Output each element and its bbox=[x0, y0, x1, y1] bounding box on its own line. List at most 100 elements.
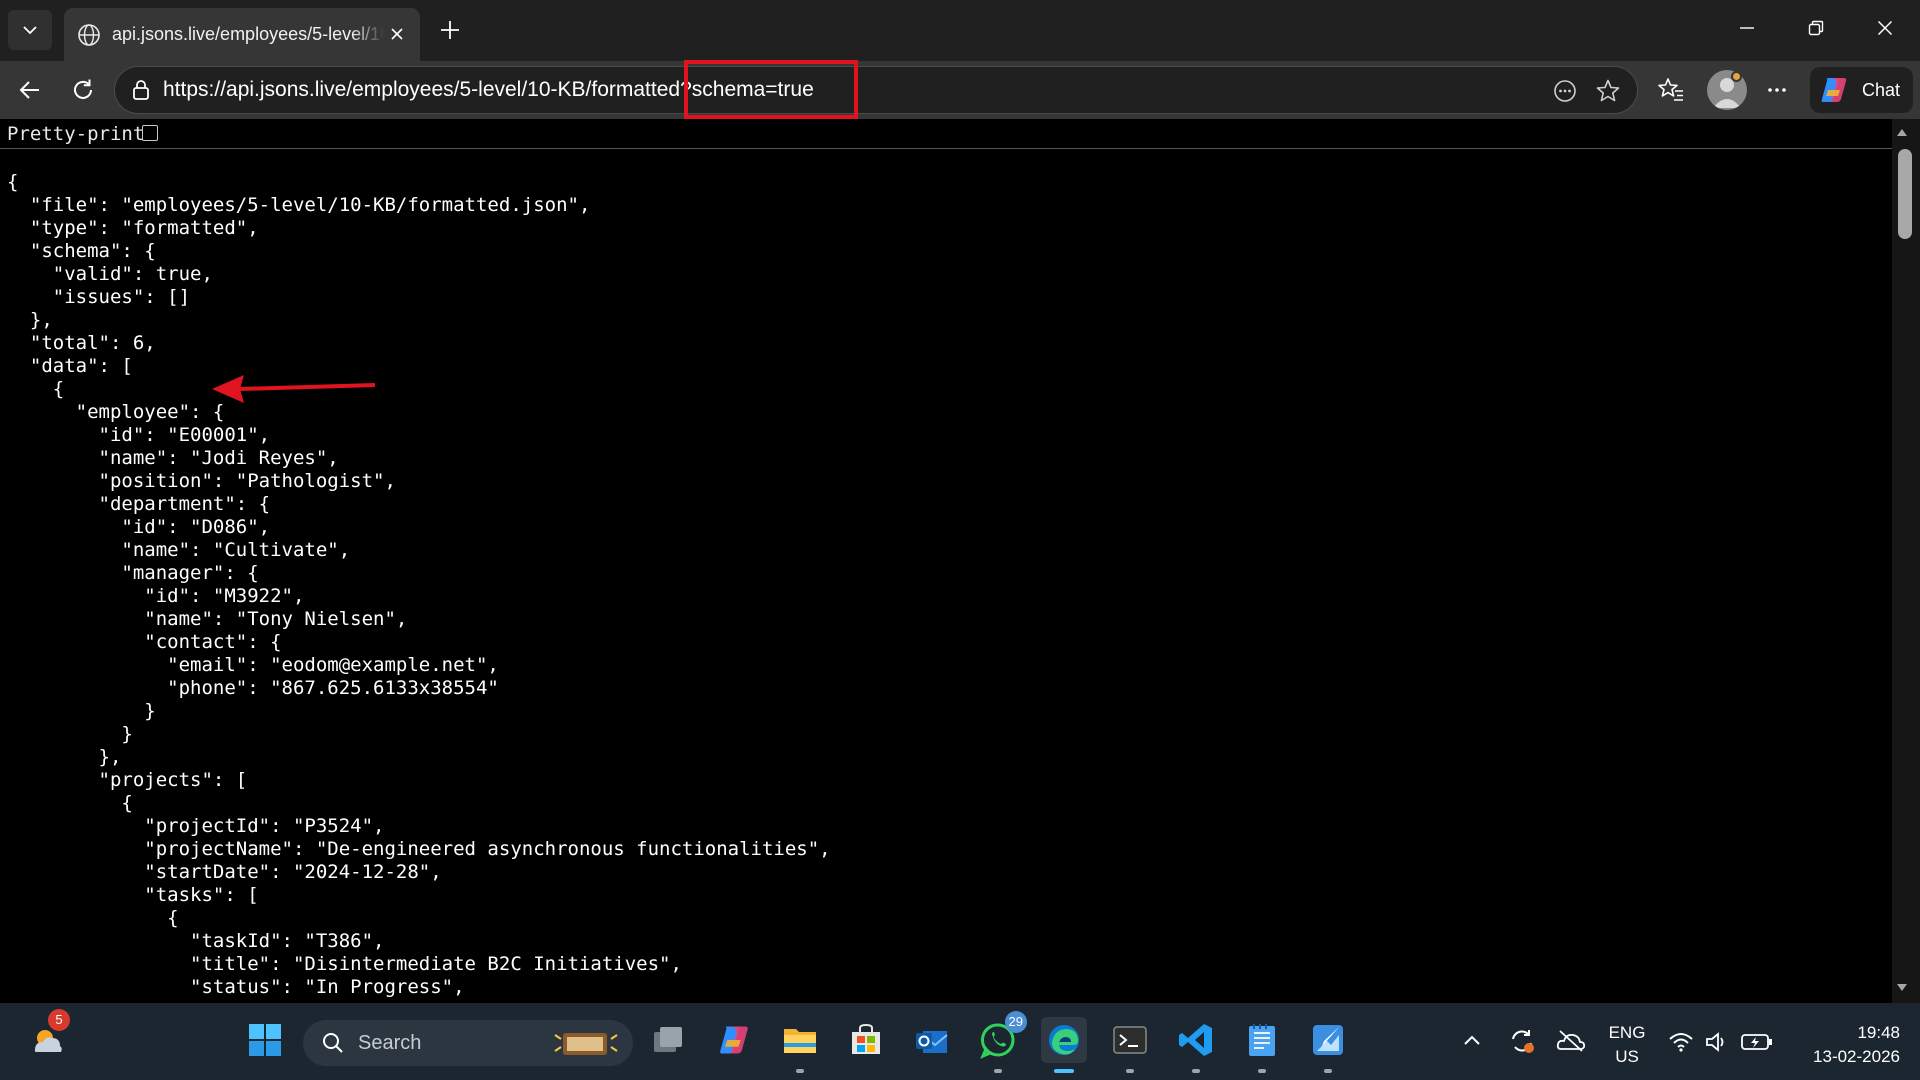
json-line: }, bbox=[7, 746, 122, 768]
json-line: "id": "E00001", bbox=[7, 424, 271, 446]
notepad-icon bbox=[1249, 1024, 1275, 1056]
globe-icon bbox=[76, 22, 102, 48]
json-line: "phone": "867.625.6133x38554" bbox=[7, 677, 499, 699]
close-window-button[interactable] bbox=[1858, 8, 1912, 48]
onedrive-offline-icon[interactable] bbox=[1556, 1029, 1586, 1053]
task-view-icon bbox=[654, 1027, 682, 1052]
weather-badge: 5 bbox=[48, 1009, 70, 1031]
tab-list-button[interactable] bbox=[8, 10, 52, 50]
pretty-print-checkbox[interactable] bbox=[142, 125, 158, 141]
restore-button[interactable] bbox=[1789, 8, 1843, 48]
favorites-button[interactable] bbox=[1651, 70, 1691, 110]
url-highlight-annotation bbox=[684, 60, 858, 119]
paint-icon bbox=[1313, 1025, 1343, 1055]
microsoft-store-icon bbox=[852, 1023, 880, 1054]
browser-toolbar: https://api.jsons.live/employees/5-level… bbox=[0, 61, 1920, 119]
copilot-chat-button[interactable]: Chat bbox=[1810, 67, 1913, 113]
favorites-icon bbox=[1658, 78, 1683, 101]
taskbar-clock[interactable]: 19:48 13-02-2026 bbox=[1785, 1021, 1900, 1069]
scroll-up-icon[interactable] bbox=[1896, 127, 1908, 137]
paint-app[interactable] bbox=[1305, 1017, 1351, 1073]
red-arrow-annotation bbox=[212, 375, 376, 403]
json-line: "status": "In Progress", bbox=[7, 976, 465, 998]
active-tab[interactable]: api.jsons.live/employees/5-level/10-KB/f… bbox=[64, 8, 420, 61]
notepad-app[interactable] bbox=[1239, 1017, 1285, 1073]
scroll-down-icon[interactable] bbox=[1896, 983, 1908, 993]
more-button[interactable] bbox=[1757, 70, 1797, 110]
star-icon[interactable] bbox=[1592, 75, 1624, 107]
json-line: { bbox=[7, 792, 133, 814]
profile-status-dot bbox=[1731, 71, 1742, 82]
json-line: "valid": true, bbox=[7, 263, 213, 285]
pretty-print-label: Pretty-print bbox=[7, 123, 145, 145]
copilot-app[interactable] bbox=[711, 1017, 757, 1063]
refresh-button[interactable] bbox=[63, 70, 103, 110]
restore-icon bbox=[1808, 20, 1824, 36]
scrollbar-track[interactable] bbox=[1892, 119, 1920, 1003]
language-indicator-bottom[interactable]: US bbox=[1600, 1047, 1654, 1067]
json-line: "tasks": [ bbox=[7, 884, 259, 906]
start-button[interactable] bbox=[242, 1017, 288, 1063]
json-line: "total": 6, bbox=[7, 332, 156, 354]
json-line: "position": "Pathologist", bbox=[7, 470, 396, 492]
edge-icon bbox=[1049, 1025, 1079, 1055]
json-line: "schema": { bbox=[7, 240, 156, 262]
json-line: "projectId": "P3524", bbox=[7, 815, 385, 837]
task-view-button[interactable] bbox=[645, 1017, 691, 1063]
search-placeholder: Search bbox=[358, 1032, 422, 1054]
language-indicator-top[interactable]: ENG bbox=[1600, 1023, 1654, 1043]
wifi-icon[interactable] bbox=[1668, 1031, 1694, 1053]
outlook-app[interactable] bbox=[909, 1017, 955, 1063]
search-highlight-icon bbox=[554, 1033, 618, 1055]
tab-title: api.jsons.live/employees/5-level/10-KB/f… bbox=[112, 24, 384, 44]
copilot-app-icon bbox=[720, 1026, 748, 1054]
close-tab-icon[interactable] bbox=[384, 21, 410, 47]
more-icon bbox=[1768, 88, 1786, 92]
battery-icon[interactable] bbox=[1741, 1032, 1773, 1052]
json-line: { bbox=[7, 907, 179, 929]
file-explorer-app[interactable] bbox=[777, 1017, 823, 1073]
lock-icon[interactable] bbox=[129, 78, 153, 102]
volume-icon[interactable] bbox=[1705, 1031, 1729, 1053]
vscode-app[interactable] bbox=[1173, 1017, 1219, 1073]
terminal-icon bbox=[1113, 1026, 1147, 1054]
json-line: "startDate": "2024-12-28", bbox=[7, 861, 442, 883]
json-line: "manager": { bbox=[7, 562, 259, 584]
json-line: "taskId": "T386", bbox=[7, 930, 385, 952]
whatsapp-app[interactable]: 29 bbox=[975, 1011, 1027, 1073]
terminal-app[interactable] bbox=[1107, 1017, 1153, 1073]
address-bar[interactable]: https://api.jsons.live/employees/5-level… bbox=[114, 66, 1638, 114]
json-line: }, bbox=[7, 309, 53, 331]
json-line: "projects": [ bbox=[7, 769, 248, 791]
chat-label: Chat bbox=[1862, 79, 1901, 100]
copilot-icon bbox=[1821, 78, 1847, 102]
minimize-button[interactable] bbox=[1720, 8, 1774, 48]
pretty-print-bar: Pretty-print bbox=[0, 119, 1892, 149]
running-indicator bbox=[1192, 1069, 1200, 1073]
scrollbar-thumb[interactable] bbox=[1898, 149, 1912, 239]
windows-start-icon bbox=[249, 1024, 281, 1056]
back-button[interactable] bbox=[10, 70, 50, 110]
page-content: Pretty-print { "file": "employees/5-leve… bbox=[0, 119, 1920, 1003]
json-line: "email": "eodom@example.net", bbox=[7, 654, 499, 676]
microsoft-store-app[interactable] bbox=[843, 1017, 889, 1063]
file-explorer-icon bbox=[784, 1029, 816, 1053]
close-icon bbox=[1877, 20, 1893, 36]
taskbar-search[interactable]: Search bbox=[303, 1020, 633, 1066]
whatsapp-badge: 29 bbox=[1004, 1011, 1027, 1033]
running-indicator bbox=[796, 1069, 804, 1073]
running-indicator bbox=[1258, 1069, 1266, 1073]
json-line: "issues": [] bbox=[7, 286, 191, 308]
running-indicator bbox=[1324, 1069, 1332, 1073]
new-tab-button[interactable] bbox=[432, 12, 468, 48]
json-body: { "file": "employees/5-level/10-KB/forma… bbox=[7, 171, 1887, 1001]
edge-app[interactable] bbox=[1041, 1017, 1087, 1073]
sync-icon[interactable] bbox=[1508, 1027, 1536, 1055]
chevron-down-icon bbox=[23, 26, 37, 35]
search-icon bbox=[323, 1033, 343, 1053]
reading-icon[interactable] bbox=[1549, 75, 1581, 107]
weather-widget[interactable]: 5 bbox=[24, 1009, 70, 1063]
json-line: { bbox=[7, 171, 19, 193]
active-indicator bbox=[1054, 1069, 1074, 1073]
show-hidden-icons-chevron-icon[interactable] bbox=[1462, 1033, 1482, 1047]
